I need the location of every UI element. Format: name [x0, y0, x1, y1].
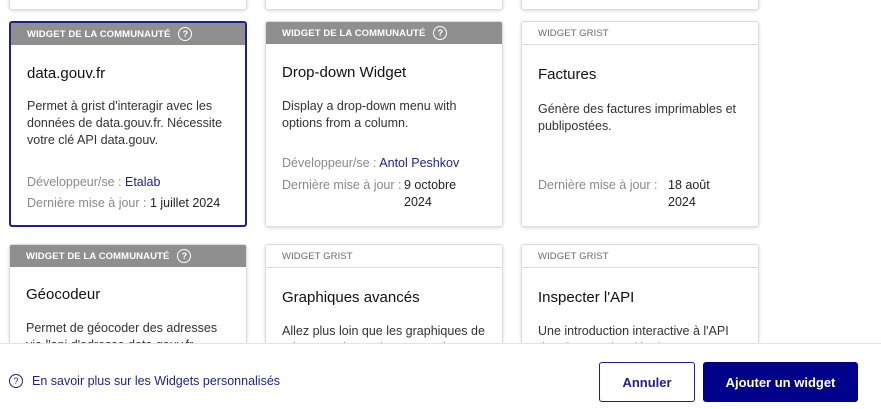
widget-card-graphiques[interactable]: WIDGET GRIST Graphiques avancés Allez pl…	[265, 244, 503, 343]
band-label: WIDGET GRIST	[538, 250, 609, 262]
cancel-button[interactable]: Annuler	[599, 362, 695, 402]
widget-description: Une introduction interactive à l'API de …	[538, 324, 729, 343]
community-widget-band: WIDGET DE LA COMMUNAUTÉ ?	[266, 22, 502, 44]
widget-card-datagouv[interactable]: WIDGET DE LA COMMUNAUTÉ ? data.gouv.fr P…	[9, 21, 247, 227]
grist-widget-band: WIDGET GRIST	[522, 22, 758, 45]
updated-label: Dernière mise à jour :	[538, 178, 658, 192]
developer-link[interactable]: Antol Peshkov	[379, 156, 459, 170]
add-widget-button[interactable]: Ajouter un widget	[703, 362, 858, 402]
help-link-text: En savoir plus sur les Widgets personnal…	[32, 374, 281, 388]
widget-card-partial[interactable]	[521, 0, 759, 10]
widget-title: Drop-down Widget	[282, 64, 407, 81]
widget-description: Display a drop-down menu with options fr…	[282, 99, 457, 130]
widget-card-partial[interactable]	[9, 0, 247, 10]
widget-description: Permet de géocoder des adresses via l'ap…	[26, 321, 218, 343]
widget-title: Factures	[538, 66, 597, 83]
developer-label: Développeur/se :	[27, 175, 125, 189]
help-icon[interactable]: ?	[177, 249, 192, 263]
developer-link[interactable]: Etalab	[125, 175, 160, 189]
band-label: WIDGET GRIST	[538, 27, 609, 39]
updated-label: Dernière mise à jour :	[27, 196, 150, 210]
band-label: WIDGET DE LA COMMUNAUTÉ	[27, 28, 171, 40]
widget-gallery[interactable]: WIDGET DE LA COMMUNAUTÉ ? data.gouv.fr P…	[0, 0, 881, 343]
community-widget-band: WIDGET DE LA COMMUNAUTÉ ?	[10, 245, 246, 267]
widget-description: Génère des factures imprimables et publi…	[538, 102, 737, 133]
grist-widget-band: WIDGET GRIST	[266, 245, 502, 268]
community-widget-band: WIDGET DE LA COMMUNAUTÉ ?	[11, 23, 245, 45]
band-label: WIDGET DE LA COMMUNAUTÉ	[26, 250, 170, 262]
widget-card-inspecter-api[interactable]: WIDGET GRIST Inspecter l'API Une introdu…	[521, 244, 759, 343]
help-link[interactable]: ? En savoir plus sur les Widgets personn…	[9, 374, 280, 388]
help-icon[interactable]: ?	[433, 26, 448, 40]
widget-title: data.gouv.fr	[27, 65, 106, 82]
developer-line: Développeur/se : Antol Peshkov	[282, 155, 459, 172]
widget-card-factures[interactable]: WIDGET GRIST Factures Génère des facture…	[521, 21, 759, 227]
widget-card-geocodeur[interactable]: WIDGET DE LA COMMUNAUTÉ ? Géocodeur Perm…	[9, 244, 247, 343]
updated-label: Dernière mise à jour :	[282, 178, 402, 192]
updated-date: 18 août 2024	[668, 178, 710, 209]
grist-widget-band: WIDGET GRIST	[522, 245, 758, 268]
widget-title: Inspecter l'API	[538, 289, 635, 306]
band-label: WIDGET GRIST	[282, 250, 353, 262]
updated-line: Dernière mise à jour : 18 août 2024	[538, 177, 746, 211]
widget-title: Graphiques avancés	[282, 289, 420, 306]
widget-description: Allez plus loin que les graphiques de gr…	[282, 324, 485, 343]
widget-description: Permet à grist d'interagir avec les donn…	[27, 99, 223, 147]
updated-date: 1 juillet 2024	[149, 196, 221, 210]
help-icon[interactable]: ?	[178, 27, 193, 41]
updated-line: Dernière mise à jour : 9 octobre 2024	[282, 177, 490, 211]
updated-date: 9 octobre 2024	[404, 178, 457, 209]
developer-line: Développeur/se : Etalab	[27, 174, 160, 191]
widget-card-dropdown[interactable]: WIDGET DE LA COMMUNAUTÉ ? Drop-down Widg…	[265, 21, 503, 227]
updated-line: Dernière mise à jour : 1 juillet 2024	[27, 195, 220, 212]
dialog-footer: ? En savoir plus sur les Widgets personn…	[0, 343, 881, 409]
developer-label: Développeur/se :	[282, 156, 380, 170]
widget-card-partial[interactable]	[265, 0, 503, 10]
help-icon: ?	[9, 374, 23, 388]
band-label: WIDGET DE LA COMMUNAUTÉ	[282, 27, 426, 39]
widget-title: Géocodeur	[26, 286, 101, 303]
